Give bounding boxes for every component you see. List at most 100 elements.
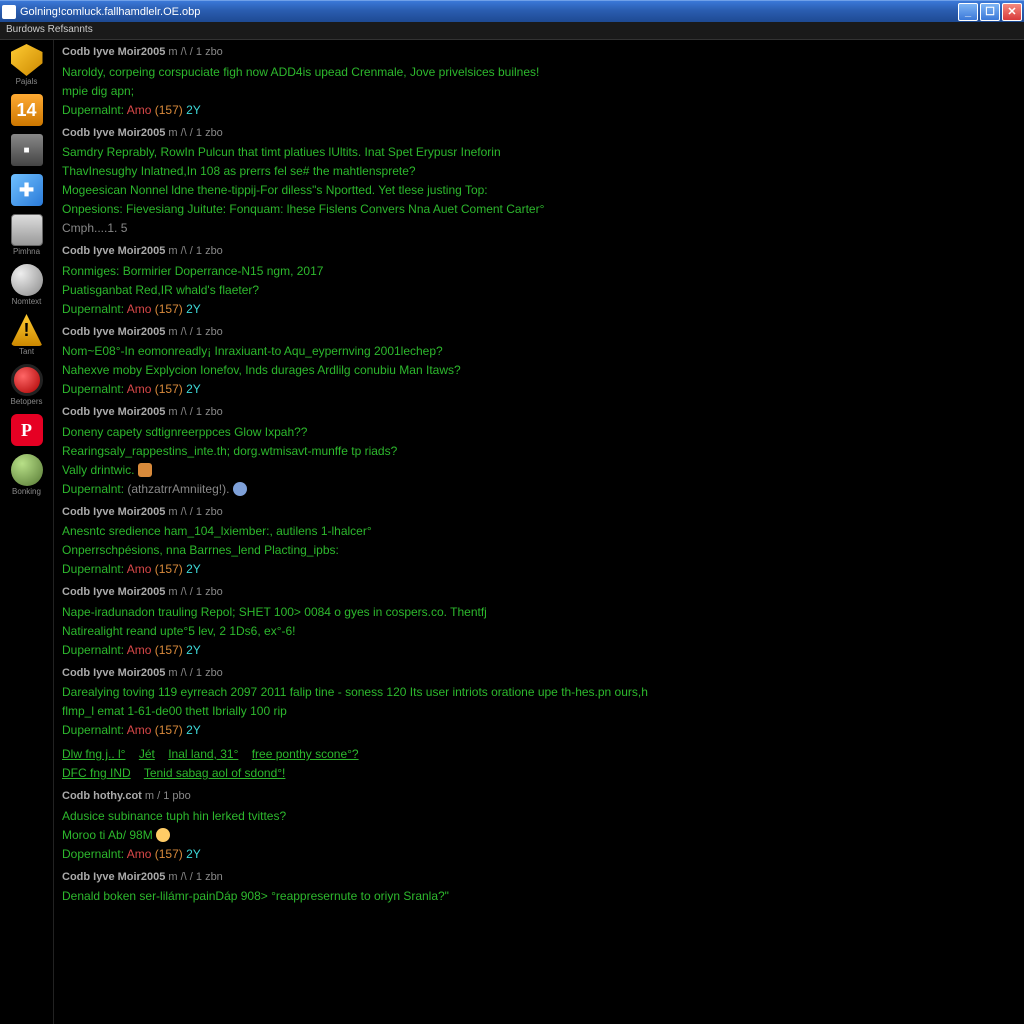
post: Codb hothy.cot m / 1 pbo Adusice subinanc… xyxy=(62,788,1016,863)
post-meta: m /\ / 1 zbo xyxy=(168,127,222,139)
post-user[interactable]: Codb Iyve Moir2005 xyxy=(62,506,165,518)
sidebar-item-7[interactable]: Betopers xyxy=(2,364,51,406)
post-line: Doneny capety sdtignreerppces Glow Ixpah… xyxy=(62,423,1016,441)
emoji-icon xyxy=(138,463,152,477)
post-header: Codb Iyve Moir2005 m /\ / 1 zbo xyxy=(62,243,1016,260)
post-user[interactable]: Codb Iyve Moir2005 xyxy=(62,245,165,257)
sidebar-item-3[interactable]: ✚ xyxy=(2,174,51,206)
post-header: Codb Iyve Moir2005 m /\ / 1 zbo xyxy=(62,324,1016,341)
post: Codb Iyve Moir2005 m /\ / 1 zboNaroldy, … xyxy=(62,44,1016,119)
footer-name: Amo xyxy=(127,382,155,396)
links-row: DFC fng IND Tenid sabag aol of sdond°! xyxy=(62,764,1016,782)
post-header: Codb Iyve Moir2005 m /\ / 1 zbo xyxy=(62,504,1016,521)
toolbar-label: Burdows Refsannts xyxy=(0,22,1024,40)
post: Codb Iyve Moir2005 m /\ / 1 zbnDenald bo… xyxy=(62,869,1016,906)
footer-code: (157) xyxy=(155,382,186,396)
post-user[interactable]: Codb Iyve Moir2005 xyxy=(62,871,165,883)
footer-label: Dupernalnt: xyxy=(62,643,127,657)
sidebar-label: Pajals xyxy=(16,78,38,86)
sidebar-icon xyxy=(11,214,43,246)
inline-link[interactable]: Jét xyxy=(139,747,155,761)
sidebar-item-6[interactable]: ! Tant xyxy=(2,314,51,356)
footer-label: Dupernalnt: xyxy=(62,103,127,117)
inline-link[interactable]: DFC fng IND xyxy=(62,766,131,780)
footer-label: Dupernalnt: xyxy=(62,562,127,576)
inline-link[interactable]: free ponthy scone°? xyxy=(252,747,359,761)
app-icon xyxy=(2,5,16,19)
maximize-button[interactable]: ☐ xyxy=(980,3,1000,21)
inline-link[interactable]: Tenid sabag aol of sdond°! xyxy=(144,766,286,780)
post-user[interactable]: Codb Iyve Moir2005 xyxy=(62,667,165,679)
post-line: Cmph....1. 5 xyxy=(62,219,1016,237)
sidebar-item-8[interactable]: P xyxy=(2,414,51,446)
post-line: Moroo ti Ab/ 98M xyxy=(62,826,1016,844)
post: Codb Iyve Moir2005 m /\ / 1 zboSamdry Re… xyxy=(62,125,1016,238)
post-user[interactable]: Codb Iyve Moir2005 xyxy=(62,127,165,139)
sidebar-item-0[interactable]: Pajals xyxy=(2,44,51,86)
sidebar-item-2[interactable]: ■ xyxy=(2,134,51,166)
post-line: Natirealight reand upte°5 lev, 2 1Ds6, e… xyxy=(62,622,1016,640)
sidebar-icon xyxy=(11,454,43,486)
post: Codb Iyve Moir2005 m /\ / 1 zbo Darealyin… xyxy=(62,665,1016,740)
sidebar-icon: 14 xyxy=(11,94,43,126)
post-footer: Dupernalnt: Amo (157) 2Y xyxy=(62,721,1016,739)
footer-name: Amo xyxy=(127,562,155,576)
post-header: Codb hothy.cot m / 1 pbo xyxy=(62,788,1016,805)
emoji-icon xyxy=(233,482,247,496)
sidebar-icon xyxy=(11,264,43,296)
post-footer: Dupernalnt: Amo (157) 2Y xyxy=(62,101,1016,119)
post-line: Adusice subinance tuph hin lerked tvitte… xyxy=(62,807,1016,825)
window-titlebar: Golning!comluck.fallhamdlelr.OE.obp _ ☐ … xyxy=(0,0,1024,22)
sidebar-label: Nomtext xyxy=(12,298,42,306)
inline-link[interactable]: Dlw fng j.. l° xyxy=(62,747,125,761)
post-meta: m /\ / 1 zbo xyxy=(168,406,222,418)
post: Codb Iyve Moir2005 m /\ / 1 zboNom~E08°-… xyxy=(62,324,1016,399)
message-list: Codb Iyve Moir2005 m /\ / 1 zboNaroldy, … xyxy=(54,40,1024,1024)
post-meta: m /\ / 1 zbo xyxy=(168,506,222,518)
post-line: ThavInesughy Inlatned,In 108 as prerrs f… xyxy=(62,162,1016,180)
post-header: Codb Iyve Moir2005 m /\ / 1 zbo xyxy=(62,125,1016,142)
sidebar-item-1[interactable]: 14 xyxy=(2,94,51,126)
footer-tail: 2Y xyxy=(186,382,201,396)
post-line: flmp_l emat 1-61-de00 thett Ibrially 100… xyxy=(62,702,1016,720)
sidebar-icon: P xyxy=(11,414,43,446)
footer-code: (157) xyxy=(155,847,186,861)
post-user[interactable]: Codb Iyve Moir2005 xyxy=(62,326,165,338)
post-line: Mogeesican Nonnel ldne thene-tippij-For … xyxy=(62,181,1016,199)
post-line: Darealying toving 119 eyrreach 2097 2011… xyxy=(62,683,1016,701)
minimize-button[interactable]: _ xyxy=(958,3,978,21)
post-line: Onpesions: Fievesiang Juitute: Fonquam: … xyxy=(62,200,1016,218)
sidebar-icon: ! xyxy=(11,314,43,346)
post: Codb Iyve Moir2005 m /\ / 1 zbo Doneny ca… xyxy=(62,404,1016,498)
post-user[interactable]: Codb Iyve Moir2005 xyxy=(62,586,165,598)
sidebar-item-4[interactable]: Pimhna xyxy=(2,214,51,256)
post-header: Codb Iyve Moir2005 m /\ / 1 zbo xyxy=(62,584,1016,601)
post-header: Codb Iyve Moir2005 m /\ / 1 zbo xyxy=(62,404,1016,421)
footer-name: Amo xyxy=(127,302,155,316)
sidebar-icon: ■ xyxy=(11,134,43,166)
post-user[interactable]: Codb Iyve Moir2005 xyxy=(62,46,165,58)
post-user[interactable]: Codb Iyve Moir2005 xyxy=(62,406,165,418)
sidebar-icon xyxy=(11,44,43,76)
post-line: Anesntc sredience ham_104_lxiember:, aut… xyxy=(62,522,1016,540)
post-meta: m /\ / 1 zbo xyxy=(168,667,222,679)
post-line: Nahexve moby Explycion Ionefov, Inds dur… xyxy=(62,361,1016,379)
post: Dlw fng j.. l° Jét Inal land, 31° free p… xyxy=(62,745,1016,782)
post-meta: m /\ / 1 zbo xyxy=(168,245,222,257)
footer-code: (157) xyxy=(155,562,186,576)
window-title: Golning!comluck.fallhamdlelr.OE.obp xyxy=(20,6,958,18)
post-footer: Dupernalnt: Amo (157) 2Y xyxy=(62,641,1016,659)
emoji-icon xyxy=(156,828,170,842)
footer-label: Dupernalnt: xyxy=(62,723,127,737)
inline-link[interactable]: Inal land, 31° xyxy=(168,747,238,761)
post-footer: Dopernalnt: Amo (157) 2Y xyxy=(62,845,1016,863)
footer-tail: 2Y xyxy=(186,103,201,117)
post: Codb Iyve Moir2005 m /\ / 1 zboRonmiges:… xyxy=(62,243,1016,318)
sidebar-label: Tant xyxy=(19,348,34,356)
sidebar-item-9[interactable]: Bonking xyxy=(2,454,51,496)
sidebar-item-5[interactable]: Nomtext xyxy=(2,264,51,306)
sidebar-icon xyxy=(11,364,43,396)
close-button[interactable]: ✕ xyxy=(1002,3,1022,21)
footer-code: (157) xyxy=(155,643,186,657)
post-user[interactable]: Codb hothy.cot xyxy=(62,790,142,802)
